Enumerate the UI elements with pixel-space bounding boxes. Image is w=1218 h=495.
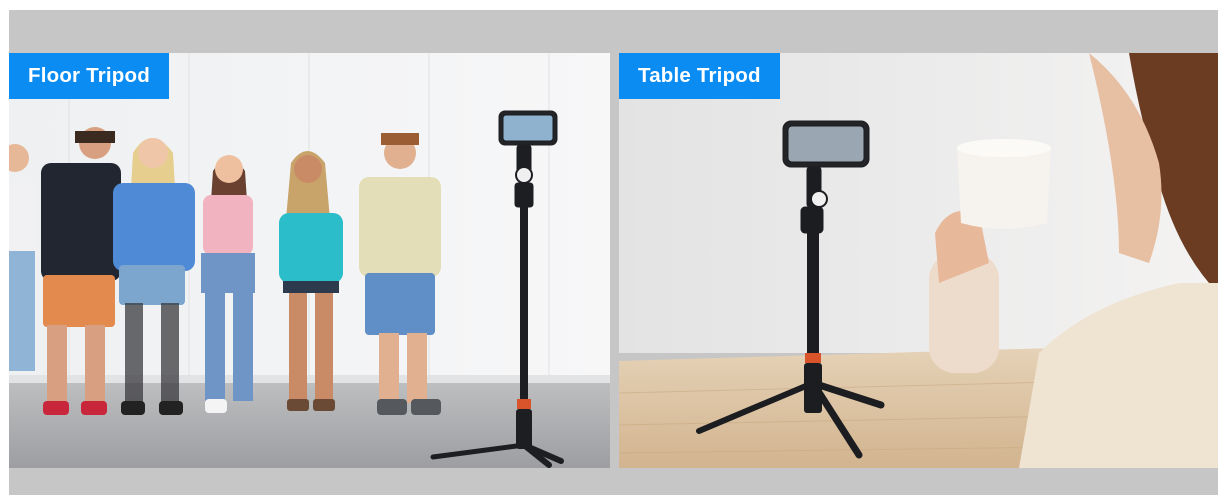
table-tripod-photo: Table Tripod xyxy=(619,53,1218,468)
floor-tripod-photo: Floor Tripod xyxy=(9,53,610,468)
table-tripod-label: Table Tripod xyxy=(619,53,780,99)
image-frame: Floor Tripod Table Tripod xyxy=(9,10,1218,495)
table-tripod-illustration xyxy=(619,53,1218,468)
floor-tripod-illustration xyxy=(9,53,610,468)
floor-tripod-label: Floor Tripod xyxy=(9,53,169,99)
